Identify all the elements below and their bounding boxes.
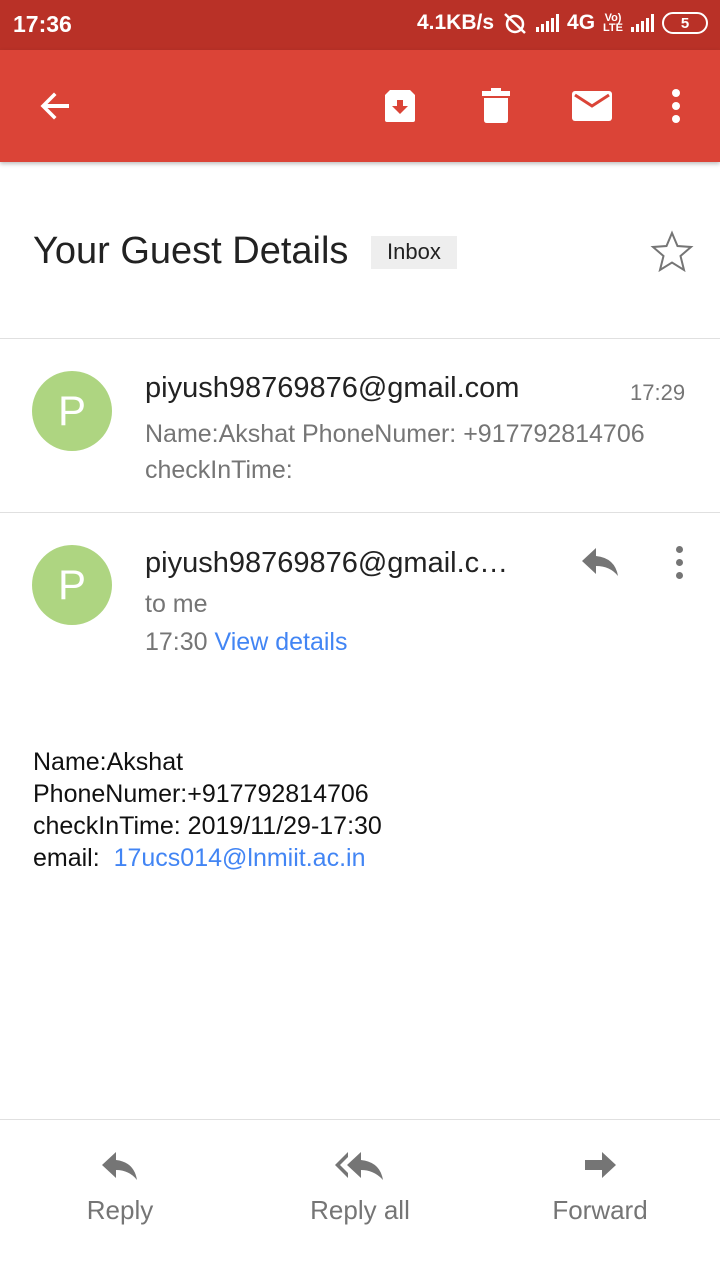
message-time: 17:30 xyxy=(145,628,208,656)
forward-button[interactable]: Forward xyxy=(510,1149,690,1226)
app-toolbar xyxy=(0,50,720,162)
divider xyxy=(0,512,720,513)
reply-all-icon xyxy=(335,1152,383,1180)
divider xyxy=(0,338,720,339)
body-line: checkInTime: 2019/11/29-17:30 xyxy=(33,812,382,840)
reply-label: Reply xyxy=(86,1195,154,1225)
recipient-text: to me xyxy=(145,590,208,618)
back-arrow-icon[interactable] xyxy=(31,82,79,130)
body-line: Name:Akshat xyxy=(33,748,184,776)
body-line-email: email: 17ucs014@lnmiit.ac.in xyxy=(33,842,382,874)
signal-icon xyxy=(536,14,560,32)
archive-icon[interactable] xyxy=(376,82,424,130)
inbox-label[interactable]: Inbox xyxy=(371,236,457,269)
status-bar: 17:36 4.1KB/s 4G Vo) LTE 5 xyxy=(0,0,720,50)
forward-label: Forward xyxy=(552,1195,648,1225)
email-label: email: xyxy=(33,844,114,872)
alarm-off-icon xyxy=(504,13,526,34)
more-vert-icon[interactable] xyxy=(664,542,694,582)
message-snippet: Name:Akshat PhoneNumer: +917792814706 ch… xyxy=(145,420,645,484)
more-vert-icon[interactable] xyxy=(652,82,700,130)
avatar[interactable]: P xyxy=(32,371,112,451)
mark-unread-icon[interactable] xyxy=(568,82,616,130)
reply-all-label: Reply all xyxy=(310,1195,410,1225)
email-subject: Your Guest Details xyxy=(33,230,349,272)
delete-icon[interactable] xyxy=(472,82,520,130)
subject-row: Your Guest Details Inbox xyxy=(0,200,720,310)
reply-button[interactable]: Reply xyxy=(30,1149,210,1226)
sender-email[interactable]: piyush98769876@gmail.c… xyxy=(145,547,545,580)
reply-icon xyxy=(102,1152,137,1180)
avatar[interactable]: P xyxy=(32,545,112,625)
status-time: 17:36 xyxy=(13,11,72,37)
battery-icon: 5 xyxy=(662,12,708,34)
forward-icon xyxy=(585,1152,616,1178)
signal-icon-2 xyxy=(631,14,654,32)
reply-icon[interactable] xyxy=(578,542,622,582)
network-type: 4G xyxy=(567,11,596,34)
email-link[interactable]: 17ucs014@lnmiit.ac.in xyxy=(114,844,366,872)
volte-icon: Vo) LTE xyxy=(603,12,623,34)
reply-all-button[interactable]: Reply all xyxy=(270,1149,450,1226)
message-body: Name:Akshat PhoneNumer:+917792814706 che… xyxy=(33,746,382,874)
body-line: PhoneNumer:+917792814706 xyxy=(33,780,369,808)
message-meta: 17:30 View details xyxy=(145,628,347,657)
bottom-actions: Reply Reply all Forward xyxy=(0,1119,720,1280)
sender-email: piyush98769876@gmail.com xyxy=(145,372,520,404)
view-details-link[interactable]: View details xyxy=(215,628,348,656)
star-icon[interactable] xyxy=(650,230,694,274)
status-indicators: 4.1KB/s 4G Vo) LTE 5 xyxy=(417,11,708,35)
message-time: 17:29 xyxy=(630,380,686,405)
network-speed: 4.1KB/s xyxy=(416,11,495,34)
